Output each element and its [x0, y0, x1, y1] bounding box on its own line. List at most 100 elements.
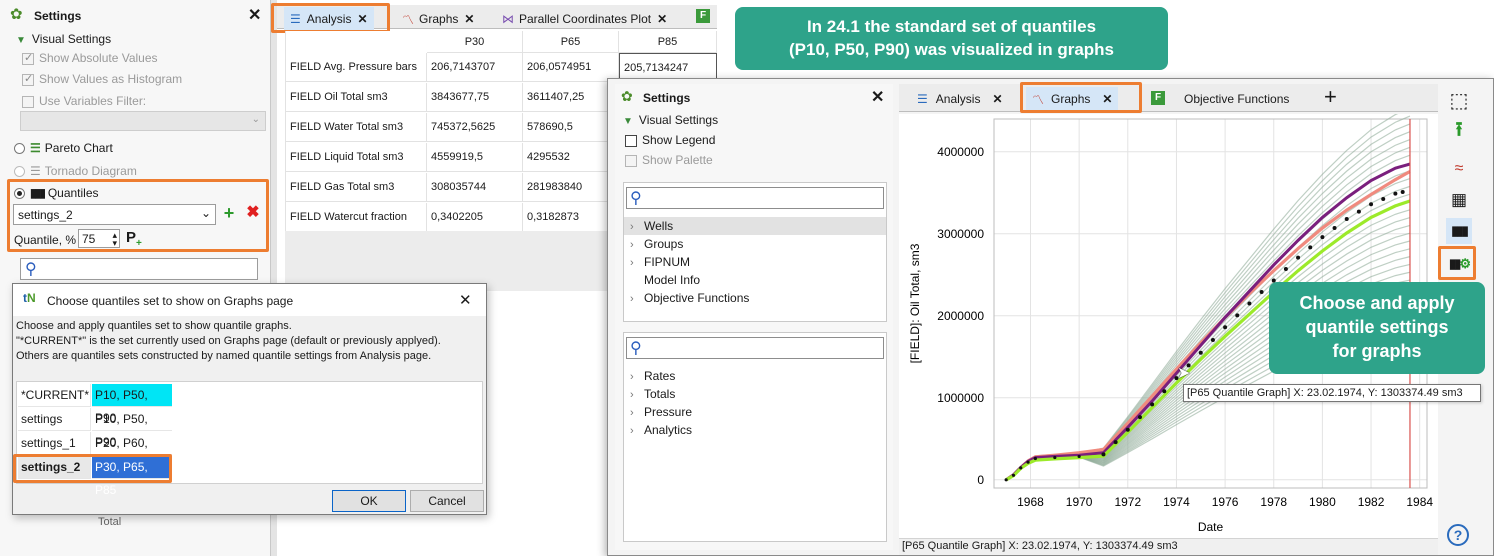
row-label[interactable]: FIELD Water Total sm3: [286, 113, 427, 142]
tree-item-label: FIPNUM: [644, 255, 690, 269]
table-cell[interactable]: 0,3182873: [523, 203, 619, 232]
close-icon[interactable]: ✕: [992, 92, 1002, 106]
checkbox-box[interactable]: [22, 51, 34, 65]
tab-analysis[interactable]: ☰ Analysis ✕: [911, 87, 1009, 111]
tree-item[interactable]: › Wells: [624, 217, 886, 235]
ok-button[interactable]: OK: [332, 490, 406, 512]
settings-select[interactable]: settings_2 ⌄: [13, 204, 216, 225]
tree-item[interactable]: › Groups: [624, 235, 886, 253]
quantiles-radio[interactable]: ▮▮▮ Quantiles: [14, 186, 99, 200]
column-header[interactable]: P30: [427, 31, 523, 53]
table-cell[interactable]: 3843677,75: [427, 83, 523, 112]
tree-item[interactable]: › FIPNUM: [624, 253, 886, 271]
chevron-right-icon[interactable]: ›: [630, 218, 644, 236]
show-histogram-checkbox[interactable]: Show Values as Histogram: [22, 72, 182, 86]
dialog-row-value[interactable]: P20, P60, P80: [92, 432, 172, 473]
objective-tab-icon[interactable]: F: [1151, 91, 1165, 105]
add-tab-button[interactable]: +: [1324, 84, 1337, 110]
add-icon[interactable]: +: [220, 204, 238, 223]
histogram-icon[interactable]: ▮▮▮: [1446, 218, 1472, 244]
tree-item[interactable]: Model Info: [624, 271, 886, 289]
close-icon[interactable]: ✕: [464, 12, 474, 26]
row-label[interactable]: FIELD Oil Total sm3: [286, 83, 427, 112]
chevron-right-icon[interactable]: ›: [630, 422, 644, 440]
table-cell[interactable]: 206,7143707: [427, 53, 523, 82]
table-cell[interactable]: 281983840: [523, 173, 619, 202]
close-icon[interactable]: ✕: [248, 5, 261, 25]
tree1-search[interactable]: ⚲: [626, 187, 884, 209]
table-cell[interactable]: 308035744: [427, 173, 523, 202]
row-label[interactable]: FIELD Avg. Pressure bars: [286, 53, 427, 82]
checkbox-box[interactable]: [22, 72, 34, 86]
table-cell[interactable]: 206,0574951: [523, 53, 619, 82]
row-label[interactable]: FIELD Watercut fraction: [286, 203, 427, 232]
tree-item[interactable]: › Rates: [624, 367, 886, 385]
table-cell[interactable]: 0,3402205: [427, 203, 523, 232]
quantile-label: Quantile, %: [14, 233, 77, 247]
chevron-right-icon[interactable]: ›: [630, 368, 644, 386]
close-icon[interactable]: ✕: [459, 291, 472, 309]
column-header[interactable]: P65: [523, 31, 619, 53]
chevron-right-icon[interactable]: ›: [630, 236, 644, 254]
chevron-down-icon: ▼: [623, 116, 633, 127]
dotted-point: [1162, 389, 1167, 394]
quantile-spinbox[interactable]: 75 ▴ ▾: [78, 229, 120, 248]
radio-circle[interactable]: [14, 143, 25, 155]
checkbox-box[interactable]: [22, 95, 34, 108]
use-filter-checkbox[interactable]: Use Variables Filter:: [22, 94, 146, 108]
tornado-radio[interactable]: ☰ Tornado Diagram: [14, 164, 137, 178]
column-header[interactable]: P85: [619, 31, 717, 53]
radio-circle[interactable]: [14, 188, 25, 200]
show-absolute-checkbox[interactable]: Show Absolute Values: [22, 51, 158, 65]
tree-item[interactable]: › Pressure: [624, 403, 886, 421]
radio-circle[interactable]: [14, 166, 25, 178]
visual-settings-group[interactable]: ▼ Visual Settings: [16, 32, 111, 46]
chevron-right-icon[interactable]: ›: [630, 404, 644, 422]
table-cell[interactable]: 4559919,5: [427, 143, 523, 172]
close-icon[interactable]: ✕: [871, 87, 884, 107]
dialog-row-value[interactable]: P10, P50, P90: [92, 408, 172, 449]
show-legend-checkbox[interactable]: Show Legend: [625, 133, 715, 147]
checkbox-box[interactable]: [625, 134, 637, 147]
zoom-box-icon[interactable]: ⬚: [1446, 87, 1472, 113]
dialog-row-name[interactable]: *CURRENT*: [18, 384, 91, 407]
dialog-row-value[interactable]: P10, P50, P90: [92, 384, 172, 425]
delete-icon[interactable]: ✖: [244, 205, 262, 223]
pareto-radio[interactable]: ☰ Pareto Chart: [14, 141, 113, 155]
help-icon[interactable]: ?: [1447, 524, 1469, 546]
show-palette-checkbox[interactable]: Show Palette: [625, 153, 713, 167]
apply-quantile-icon[interactable]: P+: [126, 229, 142, 249]
cancel-button[interactable]: Cancel: [410, 490, 484, 512]
table-icon[interactable]: ▦: [1446, 187, 1472, 213]
table-cell[interactable]: 4295532: [523, 143, 619, 172]
table-cell[interactable]: 578690,5: [523, 113, 619, 142]
tab-parallel[interactable]: ⋈ Parallel Coordinates Plot ✕: [496, 7, 673, 31]
tab-graphs[interactable]: 〽 Graphs ✕: [396, 7, 480, 31]
chevron-right-icon[interactable]: ›: [630, 290, 644, 308]
search-box[interactable]: ⚲: [20, 258, 258, 280]
tornado-icon: ☰: [30, 164, 41, 178]
tree-item-label: Totals: [644, 387, 676, 401]
row-label[interactable]: FIELD Gas Total sm3: [286, 173, 427, 202]
show-absolute-label: Show Absolute Values: [39, 51, 158, 65]
tree-item[interactable]: › Totals: [624, 385, 886, 403]
tree2-search[interactable]: ⚲: [626, 337, 884, 359]
tree-item[interactable]: › Objective Functions: [624, 289, 886, 307]
table-cell[interactable]: 745372,5625: [427, 113, 523, 142]
tab-objective[interactable]: Objective Functions: [1178, 87, 1295, 111]
close-icon[interactable]: ✕: [657, 12, 667, 26]
export-icon[interactable]: ⭱: [1446, 119, 1472, 145]
objective-tab-icon[interactable]: F: [696, 9, 710, 23]
curves-icon[interactable]: ≈: [1446, 156, 1472, 182]
row-label[interactable]: FIELD Liquid Total sm3: [286, 143, 427, 172]
chevron-right-icon[interactable]: ›: [630, 254, 644, 272]
spin-arrows-icon[interactable]: ▴ ▾: [112, 231, 117, 248]
dialog-row-name[interactable]: settings: [18, 408, 91, 431]
visual-settings-group[interactable]: ▼ Visual Settings: [623, 113, 718, 127]
tree-item[interactable]: › Analytics: [624, 421, 886, 439]
checkbox-box[interactable]: [625, 154, 637, 167]
filter-dropdown[interactable]: ⌄: [20, 111, 266, 131]
chevron-right-icon[interactable]: ›: [630, 386, 644, 404]
table-cell[interactable]: 3611407,25: [523, 83, 619, 112]
dialog-row-name[interactable]: settings_1: [18, 432, 91, 455]
